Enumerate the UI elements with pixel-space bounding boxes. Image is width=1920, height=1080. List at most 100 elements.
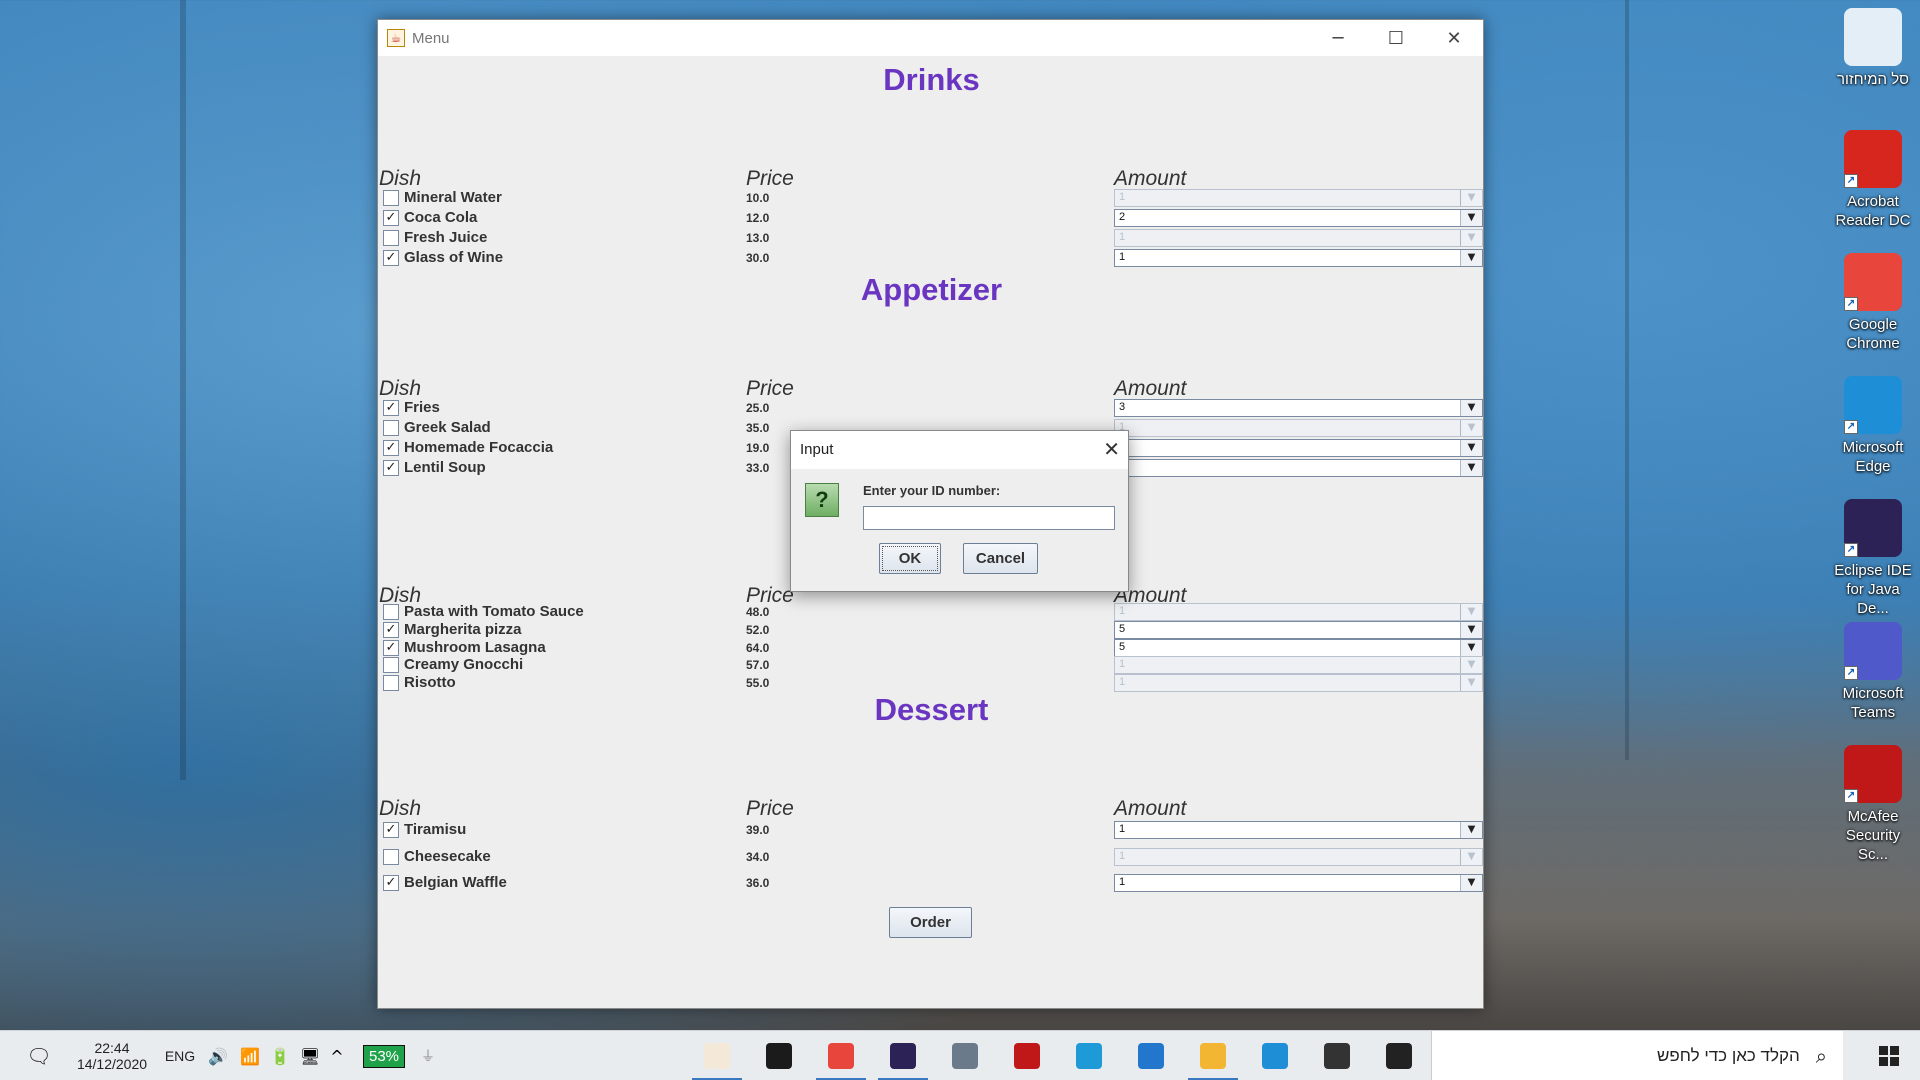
dish-name: Fries: [404, 399, 440, 416]
chevron-down-icon[interactable]: ▼: [1460, 849, 1482, 865]
shortcut-arrow-icon: ↗: [1844, 174, 1858, 188]
meet-now-icon[interactable]: 🖥: [296, 1031, 324, 1080]
amount-dropdown[interactable]: 1 ▼: [1114, 229, 1483, 247]
chevron-down-icon[interactable]: ▼: [1460, 190, 1482, 206]
minimize-button[interactable]: ─: [1309, 20, 1367, 56]
item-checkbox[interactable]: [383, 849, 399, 865]
battery-percentage[interactable]: 53%: [352, 1031, 416, 1080]
desktop-icon[interactable]: ↗ Microsoft Edge: [1830, 376, 1916, 476]
chevron-down-icon[interactable]: ▼: [1460, 657, 1482, 673]
battery-icon[interactable]: 🔋: [266, 1031, 294, 1080]
chevron-down-icon[interactable]: ▼: [1460, 822, 1482, 838]
chevron-down-icon[interactable]: ▼: [1460, 622, 1482, 638]
taskbar-app-button[interactable]: [1002, 1031, 1052, 1080]
taskbar-app-button[interactable]: [692, 1031, 742, 1080]
menu-item-row: ✓ Fries 25.0 3 ▼: [378, 399, 1485, 417]
amount-dropdown[interactable]: 1 ▼: [1114, 848, 1483, 866]
item-checkbox[interactable]: ✓: [383, 400, 399, 416]
amount-dropdown[interactable]: 1 ▼: [1114, 674, 1483, 692]
desktop-icon[interactable]: ↗ Eclipse IDE for Java De...: [1830, 499, 1916, 618]
item-checkbox[interactable]: ✓: [383, 622, 399, 638]
amount-dropdown[interactable]: 3 ▼: [1114, 399, 1483, 417]
amount-dropdown[interactable]: 1 ▼: [1114, 249, 1483, 267]
taskbar-app-button[interactable]: [1250, 1031, 1300, 1080]
volume-icon[interactable]: 🔊: [204, 1031, 232, 1080]
chevron-down-icon[interactable]: ▼: [1460, 210, 1482, 226]
mcafee-icon: ↗: [1844, 745, 1902, 803]
chevron-down-icon[interactable]: ▼: [1460, 230, 1482, 246]
item-checkbox[interactable]: [383, 675, 399, 691]
taskbar-app-button[interactable]: [1188, 1031, 1238, 1080]
item-checkbox[interactable]: [383, 657, 399, 673]
chevron-down-icon[interactable]: ▼: [1460, 604, 1482, 620]
desktop-icon[interactable]: סל המיחזור: [1830, 8, 1916, 89]
item-checkbox[interactable]: ✓: [383, 460, 399, 476]
amount-dropdown[interactable]: ▼: [1114, 459, 1483, 477]
maximize-button[interactable]: ☐: [1367, 20, 1425, 56]
dialog-close-icon[interactable]: ✕: [1103, 437, 1120, 461]
item-checkbox[interactable]: ✓: [383, 822, 399, 838]
eclipse-icon: ↗: [1844, 499, 1902, 557]
language-label: ENG: [164, 1048, 196, 1064]
column-header-amount: Amount: [1114, 797, 1187, 820]
amount-dropdown[interactable]: 1 ▼: [1114, 874, 1483, 892]
amount-dropdown[interactable]: 5 ▼: [1114, 621, 1483, 639]
dialog-titlebar[interactable]: Input ✕: [791, 431, 1128, 469]
item-checkbox[interactable]: ✓: [383, 875, 399, 891]
ok-button[interactable]: OK: [879, 543, 941, 574]
notification-center-icon[interactable]: 🗨: [14, 1031, 64, 1080]
taskbar-app-button[interactable]: [1312, 1031, 1362, 1080]
item-checkbox[interactable]: ✓: [383, 640, 399, 656]
taskbar-app-button[interactable]: [754, 1031, 804, 1080]
clock[interactable]: 22:44 14/12/2020: [68, 1031, 156, 1080]
item-checkbox[interactable]: [383, 420, 399, 436]
taskbar-app-button[interactable]: [1374, 1031, 1424, 1080]
taskbar-app-button[interactable]: [940, 1031, 990, 1080]
desktop-icon[interactable]: ↗ Acrobat Reader DC: [1830, 130, 1916, 230]
amount-dropdown[interactable]: 1 ▼: [1114, 821, 1483, 839]
desktop-icon[interactable]: ↗ Google Chrome: [1830, 253, 1916, 353]
wifi-icon[interactable]: 📶: [236, 1031, 264, 1080]
taskbar-app-button[interactable]: [1126, 1031, 1176, 1080]
id-number-input[interactable]: [863, 506, 1115, 530]
taskbar-app-button[interactable]: [816, 1031, 866, 1080]
window-titlebar[interactable]: ☕ Menu ─ ☐ ✕: [378, 20, 1483, 56]
item-checkbox[interactable]: [383, 190, 399, 206]
dish-name: Mushroom Lasagna: [404, 639, 546, 656]
close-button[interactable]: ✕: [1425, 20, 1483, 56]
amount-dropdown[interactable]: 1 ▼: [1114, 419, 1483, 437]
desktop-icon-label: McAfee Security Sc...: [1845, 808, 1901, 863]
chevron-down-icon[interactable]: ▼: [1460, 440, 1482, 456]
amount-dropdown[interactable]: 2 ▼: [1114, 209, 1483, 227]
item-checkbox[interactable]: ✓: [383, 250, 399, 266]
chevron-down-icon[interactable]: ▼: [1460, 420, 1482, 436]
chevron-down-icon[interactable]: ▼: [1460, 640, 1482, 656]
windows-start-button[interactable]: [1858, 1031, 1920, 1080]
taskbar-app-button[interactable]: [1064, 1031, 1114, 1080]
desktop-icon[interactable]: ↗ Microsoft Teams: [1830, 622, 1916, 722]
item-checkbox[interactable]: ✓: [383, 440, 399, 456]
amount-dropdown[interactable]: ▼: [1114, 439, 1483, 457]
chevron-down-icon[interactable]: ▼: [1460, 400, 1482, 416]
language-indicator[interactable]: ENG: [162, 1031, 198, 1080]
dish-price: 13.0: [746, 231, 770, 245]
chevron-down-icon[interactable]: ▼: [1460, 460, 1482, 476]
taskbar-app-button[interactable]: [878, 1031, 928, 1080]
amount-dropdown[interactable]: 1 ▼: [1114, 189, 1483, 207]
desktop-icon[interactable]: ↗ McAfee Security Sc...: [1830, 745, 1916, 864]
item-checkbox[interactable]: ✓: [383, 210, 399, 226]
item-checkbox[interactable]: [383, 604, 399, 620]
chevron-down-icon[interactable]: ▼: [1460, 875, 1482, 891]
chevron-up-icon[interactable]: ^: [324, 1031, 350, 1080]
order-button[interactable]: Order: [889, 907, 972, 938]
amount-dropdown[interactable]: 1 ▼: [1114, 656, 1483, 674]
taskbar-search-box[interactable]: הקלד כאן כדי לחפש ⌕: [1431, 1031, 1843, 1080]
item-checkbox[interactable]: [383, 230, 399, 246]
amount-dropdown[interactable]: 1 ▼: [1114, 603, 1483, 621]
chevron-down-icon[interactable]: ▼: [1460, 675, 1482, 691]
cancel-button[interactable]: Cancel: [963, 543, 1038, 574]
chrome-icon: ↗: [1844, 253, 1902, 311]
terminal-icon: [766, 1043, 792, 1069]
chevron-down-icon[interactable]: ▼: [1460, 250, 1482, 266]
amount-dropdown[interactable]: 5 ▼: [1114, 639, 1483, 657]
